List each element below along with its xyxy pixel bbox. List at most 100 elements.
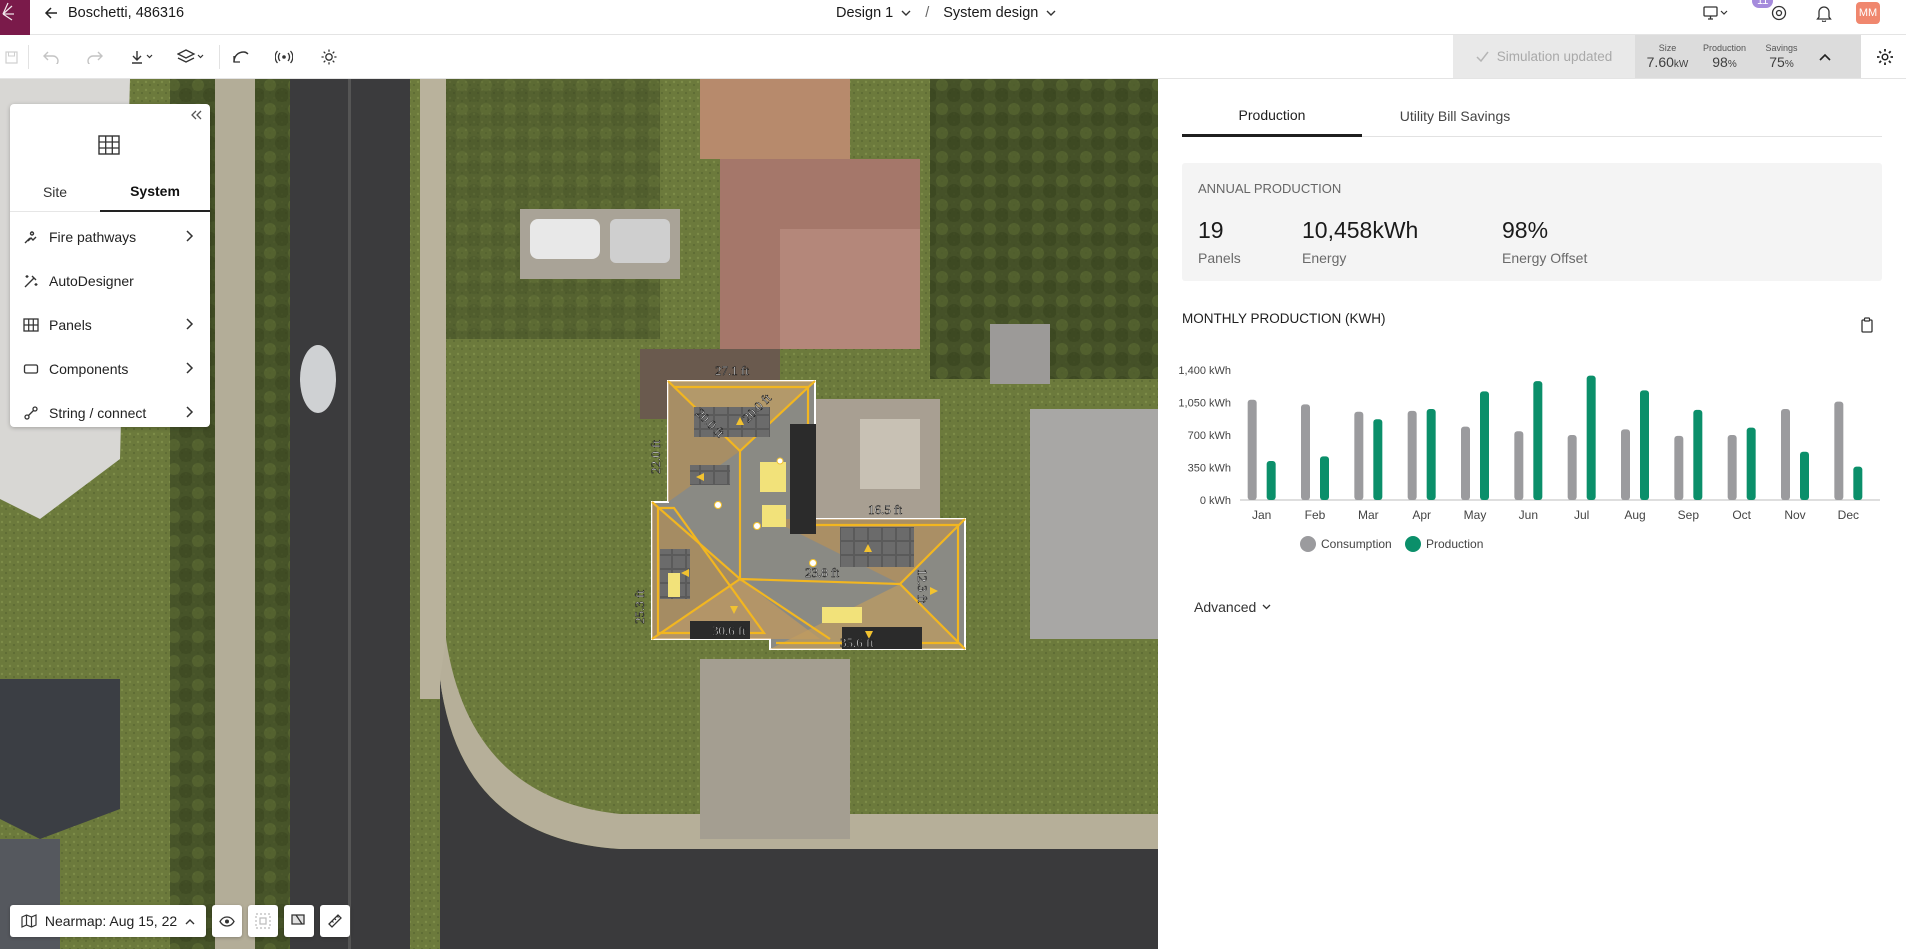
- monthly-production-chart: 1,400 kWh 1,050 kWh 700 kWh 350 kWh 0 kWh Jan…: [1178, 365, 1880, 552]
- x-tick-label: Dec: [1838, 508, 1859, 522]
- notifications-button[interactable]: [1814, 3, 1834, 23]
- brand-logo[interactable]: [0, 0, 30, 35]
- production-bar: [1640, 390, 1649, 500]
- chevron-right-icon: [186, 362, 194, 374]
- metric-size-label: Size: [1658, 43, 1677, 53]
- production-bar: [1533, 381, 1543, 500]
- tab-site[interactable]: Site: [10, 172, 100, 212]
- metric-savings-label: Savings: [1765, 43, 1798, 53]
- consumption-bar: [1354, 411, 1364, 500]
- page-label: System design: [943, 5, 1039, 21]
- redo-button[interactable]: [84, 44, 106, 70]
- project-name: Boschetti, 486316: [68, 5, 185, 21]
- menu-item-panels[interactable]: Panels: [10, 303, 210, 347]
- menu-item-autodesigner[interactable]: AutoDesigner: [10, 259, 210, 303]
- legend-swatch: [1300, 536, 1316, 552]
- layers-menu[interactable]: [176, 44, 206, 70]
- metric-size-unit: kW: [1673, 59, 1689, 70]
- collapse-panel-button[interactable]: [190, 110, 202, 120]
- sun-path-button[interactable]: [318, 44, 340, 70]
- production-bar: [1480, 391, 1489, 500]
- sun-icon: [321, 49, 337, 65]
- design-toolbar: Simulation updated Size 7.60kW Productio…: [0, 35, 1906, 79]
- production-bar: [1266, 461, 1276, 500]
- flag-icon: [291, 914, 305, 925]
- system-metrics[interactable]: Size 7.60kW Production 98% Savings 75%: [1635, 35, 1861, 78]
- shading-tool-button[interactable]: [230, 44, 252, 70]
- gear-icon: [1877, 49, 1893, 65]
- bell-icon: [1816, 6, 1832, 22]
- menu-item-string-connect[interactable]: String / connect: [10, 391, 210, 435]
- save-button[interactable]: [2, 44, 20, 70]
- undo-button[interactable]: [40, 44, 62, 70]
- x-tick-label: Nov: [1784, 508, 1805, 522]
- arc-tool-icon: [233, 51, 249, 63]
- collapse-metrics-button[interactable]: [1810, 42, 1840, 72]
- consumption-bar: [1567, 435, 1577, 500]
- design-selector[interactable]: Design 1: [836, 5, 911, 21]
- production-bar: [1800, 451, 1809, 500]
- simulation-status: Simulation updated: [1453, 35, 1635, 78]
- download-icon: [132, 51, 153, 64]
- ruler-icon: [328, 914, 342, 928]
- irradiance-button[interactable]: [273, 44, 295, 70]
- production-bar: [1373, 419, 1383, 500]
- production-bar: [1320, 456, 1329, 500]
- select-box-icon: [255, 913, 271, 929]
- menu-item-components[interactable]: Components: [10, 347, 210, 391]
- save-icon: [4, 50, 18, 64]
- measure-tool-button[interactable]: [320, 905, 350, 937]
- x-tick-label: Oct: [1732, 508, 1751, 522]
- consumption-bar: [1781, 409, 1790, 500]
- metric-size: Size 7.60kW: [1639, 43, 1696, 70]
- back-to-project[interactable]: Boschetti, 486316: [44, 0, 184, 26]
- metric-production: Production 98%: [1696, 43, 1753, 70]
- metric-production-unit: %: [1727, 59, 1737, 70]
- metric-production-value: 98: [1712, 54, 1728, 70]
- panel-tabs: Site System: [10, 172, 210, 212]
- string-icon: [24, 406, 38, 420]
- advanced-label: Advanced: [1194, 599, 1257, 615]
- legend-swatch: [1405, 536, 1421, 552]
- chevron-down-icon: [901, 10, 911, 16]
- user-avatar[interactable]: MM: [1856, 2, 1880, 24]
- download-menu[interactable]: [129, 44, 157, 70]
- measurement-label: 22.0 ft: [648, 440, 663, 474]
- imagery-source-label: Nearmap: Aug 15, 22: [44, 913, 178, 929]
- presentation-menu[interactable]: [1700, 4, 1732, 22]
- component-icon: [23, 364, 39, 374]
- measurement-label: 16.5 ft: [868, 502, 902, 517]
- advanced-toggle[interactable]: Advanced: [1194, 599, 1271, 615]
- broadcast-icon: [275, 50, 293, 64]
- shade-report-button[interactable]: [284, 905, 314, 937]
- support-button[interactable]: [1769, 4, 1789, 22]
- select-area-button[interactable]: [248, 905, 278, 937]
- x-tick-label: Sep: [1678, 508, 1700, 522]
- chevron-right-icon: [186, 318, 194, 330]
- imagery-source-selector[interactable]: Nearmap: Aug 15, 22: [10, 905, 206, 937]
- metric-savings-unit: %: [1784, 59, 1794, 70]
- consumption-bar: [1834, 401, 1844, 500]
- production-bar: [1426, 409, 1436, 500]
- menu-item-label: String / connect: [49, 405, 147, 421]
- metric-production-label: Production: [1702, 43, 1747, 53]
- menu-item-label: Panels: [49, 317, 92, 333]
- consumption-bar: [1301, 404, 1310, 500]
- fire-pathways-icon: [24, 231, 37, 244]
- tab-system[interactable]: System: [100, 172, 210, 212]
- monitor-icon: [1703, 6, 1728, 20]
- settings-button[interactable]: [1874, 44, 1896, 70]
- x-tick-label: Jun: [1519, 508, 1538, 522]
- menu-item-label: AutoDesigner: [49, 273, 134, 289]
- design-tools-panel: Site System Fire pathways AutoDesigner P…: [10, 104, 210, 427]
- visibility-toggle[interactable]: [212, 905, 242, 937]
- consumption-bar: [1727, 435, 1737, 500]
- page-selector[interactable]: System design: [943, 5, 1056, 21]
- x-tick-label: Apr: [1412, 508, 1431, 522]
- menu-item-fire-pathways[interactable]: Fire pathways: [10, 215, 210, 259]
- consumption-bar: [1674, 435, 1684, 500]
- production-bar: [1693, 409, 1703, 500]
- measurement-label: 27.1 ft: [715, 363, 749, 378]
- map-controls: Nearmap: Aug 15, 22: [10, 905, 350, 937]
- measurement-label: 30.6 ft: [712, 623, 746, 638]
